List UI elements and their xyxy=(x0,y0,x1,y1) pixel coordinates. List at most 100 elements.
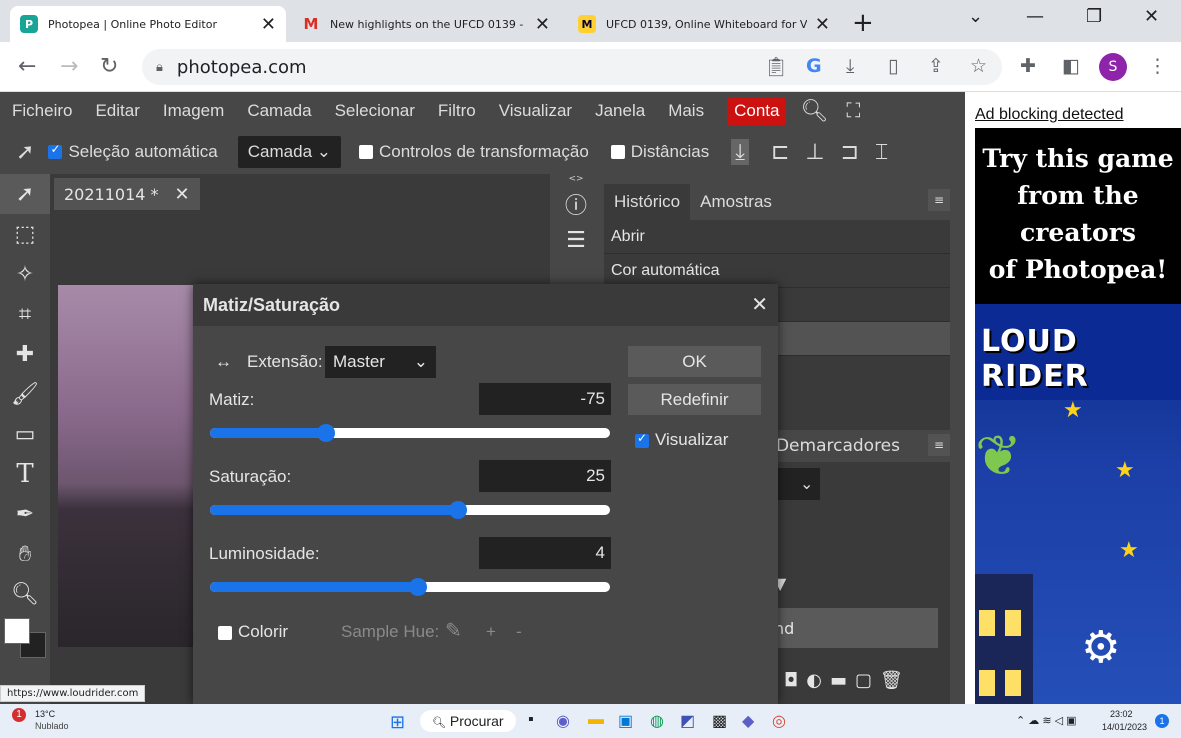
menu-edit[interactable]: Editar xyxy=(95,101,139,121)
history-item[interactable]: Abrir xyxy=(604,220,950,254)
minimize-button[interactable]: — xyxy=(1026,6,1044,27)
lightness-slider-handle[interactable] xyxy=(409,578,427,596)
edge-icon[interactable]: ◍ xyxy=(650,711,664,731)
back-icon[interactable]: ← xyxy=(18,54,36,79)
document-tab[interactable]: 20211014 * ✕ xyxy=(54,178,200,210)
more-menu-icon[interactable]: ⋮ xyxy=(1148,55,1167,77)
ad-banner[interactable]: Try this game from the creators of Photo… xyxy=(975,128,1181,704)
zoom-tool-icon[interactable]: 🔍︎ xyxy=(0,574,50,614)
app-icon[interactable]: ◩ xyxy=(680,711,695,731)
fullscreen-icon[interactable]: ⛶ xyxy=(846,100,860,123)
hue-input[interactable]: -75 xyxy=(479,383,611,415)
opacity-dropdown-arrow[interactable]: ▼ xyxy=(774,570,814,600)
saturation-slider-handle[interactable] xyxy=(449,501,467,519)
mask-icon[interactable]: ◘ xyxy=(784,670,806,691)
colorize-checkbox[interactable] xyxy=(218,625,232,640)
menu-filter[interactable]: Filtro xyxy=(438,101,476,121)
task-view-icon[interactable]: ▪ xyxy=(528,711,534,729)
download-icon[interactable]: ⤓ xyxy=(731,139,749,165)
new-layer-icon[interactable]: ▢ xyxy=(855,670,880,691)
windows-start-icon[interactable]: ⊞ xyxy=(390,712,405,733)
close-tab-icon[interactable]: ✕ xyxy=(261,14,276,35)
subtract-sample-button[interactable]: - xyxy=(516,622,522,642)
text-tool-icon[interactable]: T xyxy=(0,454,50,494)
history-panel-menu-icon[interactable]: ≡ xyxy=(928,189,950,211)
close-tab-icon[interactable]: ✕ xyxy=(535,14,550,35)
range-dropdown[interactable]: Master ⌄ xyxy=(325,346,436,378)
menu-window[interactable]: Janela xyxy=(595,101,645,121)
layers-panel-menu-icon[interactable]: ≡ xyxy=(928,434,950,456)
sidepanel-icon[interactable]: ◧ xyxy=(1062,55,1080,77)
google-icon[interactable]: G xyxy=(806,55,822,77)
info-icon[interactable]: ⓘ xyxy=(550,186,602,222)
adjustment-layer-icon[interactable]: ◐ xyxy=(806,670,830,691)
reload-icon[interactable]: ↻ xyxy=(100,54,118,79)
system-tray-icons[interactable]: ⌃ ☁ ≋ ◁ ▣ xyxy=(1016,714,1077,727)
weather-desc[interactable]: Nublado xyxy=(35,721,69,731)
magic-wand-tool-icon[interactable]: ✧ xyxy=(0,254,50,294)
install-icon[interactable]: ⤓ xyxy=(846,55,854,77)
brush-tool-icon[interactable]: 🖌︎ xyxy=(0,374,50,414)
distances-checkbox[interactable] xyxy=(610,145,625,159)
saturation-slider[interactable] xyxy=(210,501,610,519)
tab-gmail[interactable]: M New highlights on the UFCD 0139 - hele… xyxy=(292,6,560,42)
chrome-icon[interactable]: ◎ xyxy=(772,711,786,731)
address-bar[interactable]: 🔒︎ photopea.com xyxy=(142,49,1002,85)
chat-icon[interactable]: ◉ xyxy=(556,711,570,731)
align-right-icon[interactable]: ⊐ xyxy=(841,139,859,165)
tab-search-icon[interactable]: ⌄ xyxy=(968,6,983,27)
close-dialog-icon[interactable]: ✕ xyxy=(751,292,768,317)
tab-paths[interactable]: Demarcadores xyxy=(776,436,900,456)
foreground-color-swatch[interactable] xyxy=(4,618,30,644)
notification-badge[interactable]: 1 xyxy=(1155,714,1169,728)
gradient-tool-icon[interactable]: ▭ xyxy=(0,414,50,454)
tab-history[interactable]: Histórico xyxy=(604,184,691,220)
page-icon[interactable]: ▯ xyxy=(888,55,898,77)
align-center-icon[interactable]: ⊥ xyxy=(805,139,824,165)
reset-button[interactable]: Redefinir xyxy=(628,384,761,415)
saturation-input[interactable]: 25 xyxy=(479,460,611,492)
store-icon[interactable]: ▣ xyxy=(618,711,633,731)
close-window-button[interactable]: ✕ xyxy=(1144,6,1159,27)
align-top-icon[interactable]: ⌶ xyxy=(875,139,888,165)
search-icon[interactable]: 🔍︎ xyxy=(800,98,828,124)
file-explorer-icon[interactable]: ▬ xyxy=(588,711,604,729)
crop-tool-icon[interactable]: ⌗ xyxy=(0,294,50,334)
teams-icon[interactable]: ◆ xyxy=(742,711,754,731)
weather-temp[interactable]: 13°C xyxy=(35,709,55,719)
healing-tool-icon[interactable]: ✚ xyxy=(0,334,50,374)
adjustments-icon[interactable]: ☰ xyxy=(550,222,602,258)
pen-tool-icon[interactable]: ✒ xyxy=(0,494,50,534)
clock-time[interactable]: 23:02 xyxy=(1110,709,1133,719)
hue-slider-handle[interactable] xyxy=(317,424,335,442)
hand-tool-icon[interactable]: ✋︎ xyxy=(0,534,50,574)
taskbar-search[interactable]: 🔍︎ Procurar xyxy=(420,710,516,732)
close-document-icon[interactable]: ✕ xyxy=(175,184,190,205)
color-swatches[interactable] xyxy=(0,614,50,674)
lightness-input[interactable]: 4 xyxy=(479,537,611,569)
tab-swatches[interactable]: Amostras xyxy=(690,184,782,220)
hue-slider[interactable] xyxy=(210,424,610,442)
menu-file[interactable]: Ficheiro xyxy=(12,101,72,121)
transform-controls-checkbox[interactable] xyxy=(359,145,373,159)
restore-button[interactable]: ❐ xyxy=(1086,6,1102,27)
menu-layer[interactable]: Camada xyxy=(247,101,311,121)
new-tab-button[interactable]: + xyxy=(852,8,874,38)
bookmark-star-icon[interactable]: ☆ xyxy=(970,55,987,77)
clock-date[interactable]: 14/01/2023 xyxy=(1102,722,1147,732)
marquee-tool-icon[interactable]: ⬚ xyxy=(0,214,50,254)
share-icon[interactable]: ⇪ xyxy=(928,55,944,77)
lightness-slider[interactable] xyxy=(210,578,610,596)
ok-button[interactable]: OK xyxy=(628,346,761,377)
profile-avatar[interactable]: S xyxy=(1099,53,1127,81)
account-button[interactable]: Conta xyxy=(727,97,787,125)
image-canvas[interactable] xyxy=(58,285,198,647)
auto-select-mode-dropdown[interactable]: Camada ⌄ xyxy=(237,136,341,168)
menu-view[interactable]: Visualizar xyxy=(499,101,572,121)
tab-miro[interactable]: M UFCD 0139, Online Whiteboard for Visua… xyxy=(568,6,840,42)
menu-select[interactable]: Selecionar xyxy=(335,101,415,121)
layer-row[interactable]: nd xyxy=(764,608,938,648)
blend-mode-dropdown[interactable]: ⌄ xyxy=(774,468,820,500)
move-tool-icon[interactable]: ➚ xyxy=(0,174,50,214)
collapse-arrows-icon[interactable]: <> xyxy=(550,174,602,186)
